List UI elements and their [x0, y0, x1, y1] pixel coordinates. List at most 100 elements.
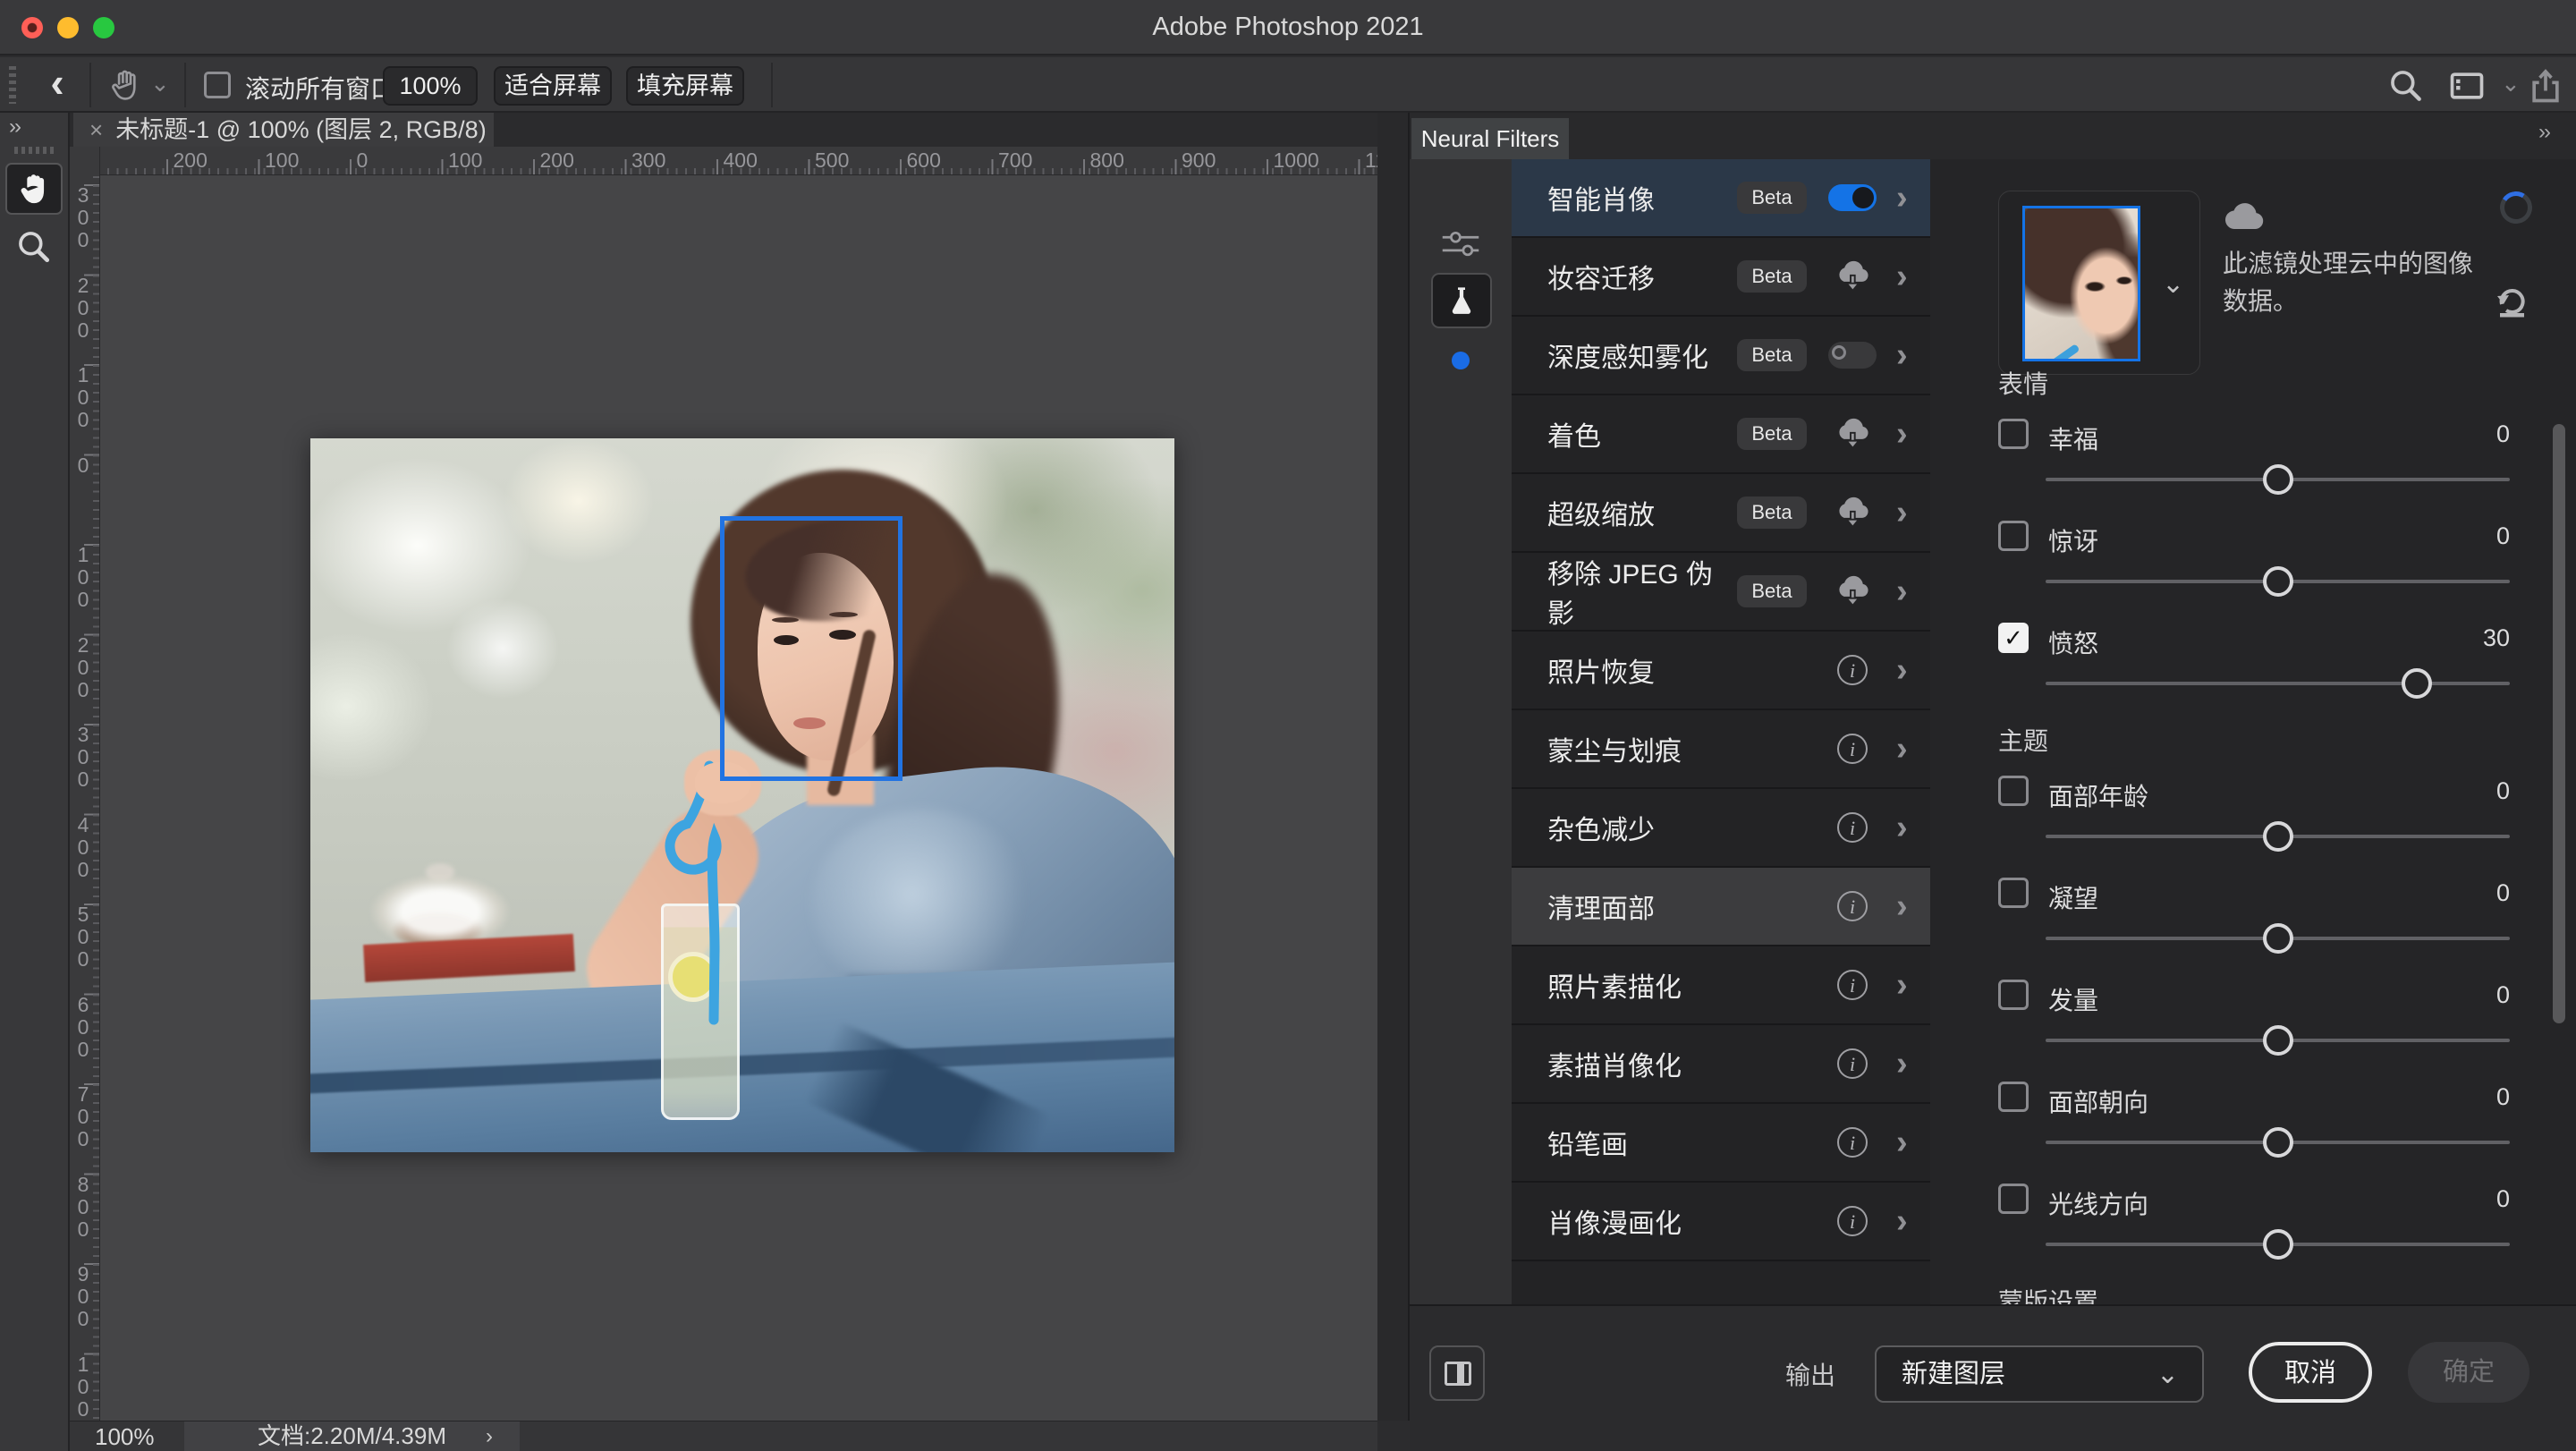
- fill-screen-button[interactable]: 填充屏幕: [626, 66, 744, 106]
- info-icon[interactable]: i: [1837, 1127, 1868, 1158]
- filter-row-7[interactable]: 照片恢复i›: [1512, 632, 1930, 710]
- document-tab[interactable]: ×未标题-1 @ 100% (图层 2, RGB/8) *: [73, 113, 494, 147]
- cloud-download-icon[interactable]: [1835, 418, 1870, 450]
- status-zoom-level[interactable]: 100%: [95, 1422, 155, 1451]
- chevron-right-icon[interactable]: ›: [1896, 1124, 1918, 1160]
- hand-tool-dropdown-chevron[interactable]: ⌄: [150, 70, 170, 98]
- detail-scrollbar[interactable]: [2553, 424, 2565, 1023]
- cloud-download-icon[interactable]: [1835, 575, 1870, 607]
- filter-row-10[interactable]: 清理面部i›: [1512, 868, 1930, 946]
- output-select[interactable]: 新建图层 ⌄: [1875, 1345, 2204, 1403]
- info-icon[interactable]: i: [1837, 734, 1868, 764]
- slider-track[interactable]: [2046, 682, 2510, 685]
- workspace-icon[interactable]: [2447, 66, 2487, 106]
- chevron-right-icon[interactable]: ›: [1896, 888, 1918, 924]
- filter-row-9[interactable]: 杂色减少i›: [1512, 789, 1930, 868]
- beta-filters-icon[interactable]: [1431, 273, 1492, 328]
- workspace-dropdown-chevron[interactable]: ⌄: [2501, 70, 2521, 98]
- slider-thumb[interactable]: [2263, 1127, 2293, 1158]
- back-arrow-button[interactable]: ‹: [36, 61, 79, 107]
- hruler-number: 500: [815, 148, 849, 173]
- filter-row-4[interactable]: 着色Beta›: [1512, 395, 1930, 474]
- filter-row-5[interactable]: 超级缩放Beta›: [1512, 474, 1930, 553]
- chevron-right-icon[interactable]: ›: [1896, 259, 1918, 294]
- filter-row-6[interactable]: 移除 JPEG 伪影Beta›: [1512, 553, 1930, 632]
- filter-row-3[interactable]: 深度感知雾化Beta›: [1512, 317, 1930, 395]
- filter-name: 肖像漫画化: [1547, 1201, 1826, 1241]
- slider-checkbox[interactable]: [1998, 776, 2029, 806]
- neural-filters-tab[interactable]: Neural Filters: [1411, 118, 1569, 159]
- filter-row-14[interactable]: 肖像漫画化 i ›: [1512, 1183, 1930, 1261]
- filter-name: 深度感知雾化: [1547, 335, 1737, 375]
- chevron-right-icon[interactable]: ›: [1896, 337, 1918, 373]
- zoom-100-button[interactable]: 100%: [383, 66, 478, 106]
- info-icon[interactable]: i: [1837, 1206, 1868, 1236]
- chevron-right-icon[interactable]: ›: [1896, 652, 1918, 688]
- info-icon[interactable]: i: [1837, 812, 1868, 843]
- filter-row-13[interactable]: 铅笔画 i ›: [1512, 1104, 1930, 1183]
- slider-checkbox[interactable]: [1998, 980, 2029, 1010]
- face-detection-box[interactable]: [720, 516, 902, 781]
- ok-button[interactable]: 确定: [2408, 1342, 2529, 1403]
- status-chevron-icon[interactable]: ›: [486, 1421, 493, 1451]
- slider-checkbox[interactable]: [1998, 878, 2029, 908]
- filter-row-11[interactable]: 照片素描化i›: [1512, 946, 1930, 1025]
- fit-screen-button[interactable]: 适合屏幕: [494, 66, 612, 106]
- zoom-tool-button[interactable]: [14, 227, 54, 267]
- info-icon[interactable]: i: [1837, 891, 1868, 921]
- filter-row-12[interactable]: 素描肖像化i›: [1512, 1025, 1930, 1104]
- info-icon[interactable]: i: [1837, 970, 1868, 1000]
- chevron-right-icon[interactable]: ›: [1896, 495, 1918, 530]
- close-tab-icon[interactable]: ×: [89, 116, 103, 143]
- slider-checkbox[interactable]: [1998, 521, 2029, 551]
- slider-checkbox[interactable]: ✓: [1998, 623, 2029, 653]
- filter-name: 铅笔画: [1547, 1123, 1826, 1162]
- slider-thumb[interactable]: [2263, 1025, 2293, 1056]
- chevron-right-icon[interactable]: ›: [1896, 967, 1918, 1003]
- search-icon[interactable]: [2386, 66, 2426, 106]
- chevron-right-icon[interactable]: ›: [1896, 180, 1918, 216]
- chevron-right-icon[interactable]: ›: [1896, 731, 1918, 767]
- all-filters-icon[interactable]: [1440, 227, 1481, 259]
- chevron-right-icon[interactable]: ›: [1896, 573, 1918, 609]
- thumbnail-chevron-icon[interactable]: ⌄: [2162, 268, 2184, 300]
- info-icon[interactable]: i: [1837, 1048, 1868, 1079]
- processing-spinner-icon: [2497, 189, 2536, 227]
- status-doc-info[interactable]: 文档:2.20M/4.39M: [184, 1421, 520, 1451]
- slider-thumb[interactable]: [2263, 923, 2293, 954]
- slider-checkbox[interactable]: [1998, 419, 2029, 449]
- filter-toggle[interactable]: [1828, 184, 1877, 211]
- reset-icon[interactable]: [2494, 284, 2529, 318]
- filter-row-2[interactable]: 妆容迁移Beta›: [1512, 238, 1930, 317]
- chevron-right-icon[interactable]: ›: [1896, 810, 1918, 845]
- chevron-right-icon[interactable]: ›: [1896, 1046, 1918, 1082]
- slider-thumb[interactable]: [2263, 1229, 2293, 1260]
- cloud-download-icon[interactable]: [1835, 260, 1870, 293]
- slider-thumb[interactable]: [2263, 464, 2293, 495]
- chevron-right-icon[interactable]: ›: [1896, 1203, 1918, 1239]
- info-icon[interactable]: i: [1837, 655, 1868, 685]
- wait-list-dot-icon[interactable]: [1452, 352, 1470, 369]
- hand-tool-button[interactable]: [5, 163, 63, 215]
- share-icon[interactable]: [2526, 66, 2565, 106]
- panel-overflow-icon[interactable]: ››: [2538, 120, 2549, 145]
- slider-thumb[interactable]: [2402, 668, 2432, 699]
- scroll-all-windows-checkbox[interactable]: [204, 72, 231, 98]
- slider-thumb[interactable]: [2263, 821, 2293, 852]
- canvas-area[interactable]: [100, 175, 1377, 1421]
- slider-thumb[interactable]: [2263, 566, 2293, 597]
- hand-tool-icon[interactable]: [107, 67, 143, 103]
- chevron-right-icon[interactable]: ›: [1896, 416, 1918, 452]
- tools-overflow-icon[interactable]: ››: [9, 115, 20, 140]
- filter-row-1[interactable]: 智能肖像Beta›: [1512, 159, 1930, 238]
- cloud-download-icon[interactable]: [1835, 496, 1870, 529]
- preview-split-button[interactable]: [1429, 1345, 1485, 1401]
- face-thumbnail[interactable]: [2022, 206, 2140, 361]
- filter-toggle[interactable]: [1828, 342, 1877, 369]
- cancel-button[interactable]: 取消: [2249, 1342, 2372, 1403]
- slider-checkbox[interactable]: [1998, 1184, 2029, 1214]
- slider-checkbox[interactable]: [1998, 1082, 2029, 1112]
- face-thumbnail-box[interactable]: ⌄: [1998, 191, 2200, 375]
- beta-badge: Beta: [1737, 418, 1807, 450]
- filter-row-8[interactable]: 蒙尘与划痕i›: [1512, 710, 1930, 789]
